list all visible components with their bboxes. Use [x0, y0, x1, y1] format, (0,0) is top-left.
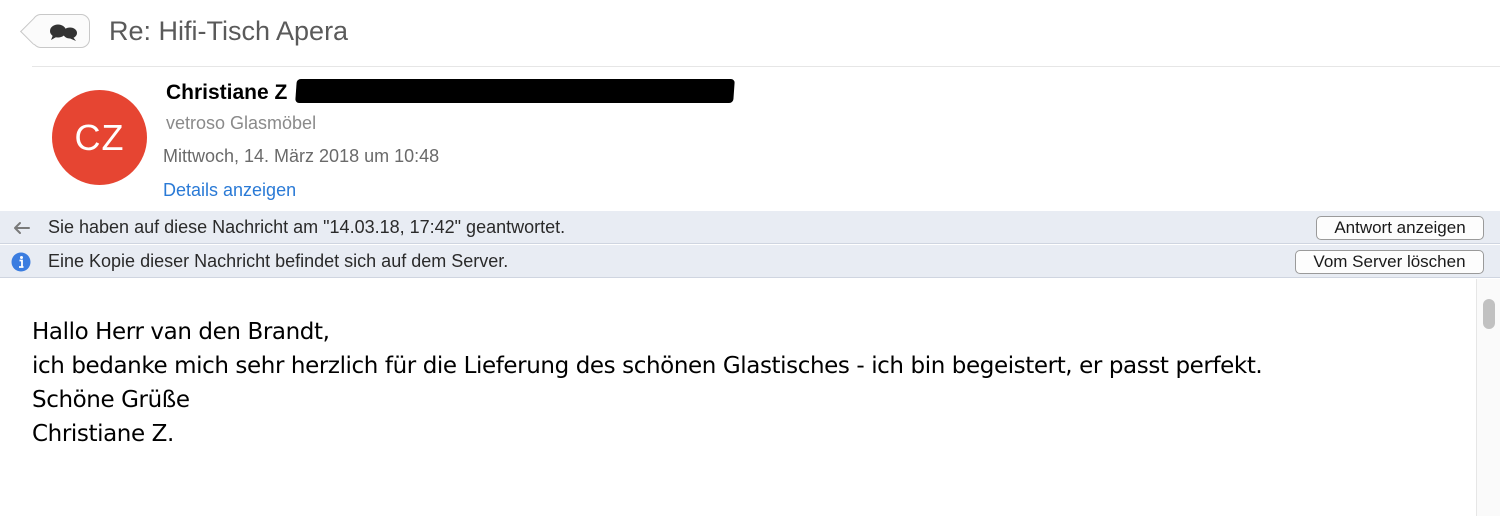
- thread-back-button[interactable]: [32, 14, 90, 48]
- scrollbar-thumb[interactable]: [1483, 299, 1495, 329]
- body-scrollbar[interactable]: [1476, 279, 1500, 516]
- redaction-mark: [295, 79, 735, 103]
- mail-viewer: Re: Hifi-Tisch Apera CZ Christiane Z vet…: [0, 0, 1500, 516]
- message-body-text: Hallo Herr van den Brandt, ich bedanke m…: [32, 315, 1263, 451]
- sender-name: Christiane Z: [166, 81, 288, 104]
- body-line-greeting: Hallo Herr van den Brandt,: [32, 319, 330, 345]
- sender-organization: vetroso Glasmöbel: [166, 113, 317, 133]
- info-icon: [11, 252, 31, 272]
- conversation-bubbles-icon: [50, 24, 77, 41]
- body-line-content: ich bedanke mich sehr herzlich für die L…: [32, 353, 1263, 379]
- show-reply-button[interactable]: Antwort anzeigen: [1316, 216, 1484, 240]
- replied-notice-text: Sie haben auf diese Nachricht am "14.03.…: [48, 217, 566, 237]
- message-body: Hallo Herr van den Brandt, ich bedanke m…: [0, 279, 1476, 516]
- message-date: Mittwoch, 14. März 2018 um 10:48: [163, 146, 440, 166]
- details-link[interactable]: Details anzeigen: [163, 180, 296, 201]
- delete-from-server-button[interactable]: Vom Server löschen: [1295, 250, 1484, 274]
- replied-notice-bar: Sie haben auf diese Nachricht am "14.03.…: [0, 211, 1500, 244]
- server-copy-notice-bar: Eine Kopie dieser Nachricht befindet sic…: [0, 245, 1500, 278]
- body-line-closing: Schöne Grüße: [32, 387, 190, 413]
- sender-avatar: CZ: [52, 90, 147, 185]
- header-divider: [32, 66, 1500, 67]
- server-copy-notice-text: Eine Kopie dieser Nachricht befindet sic…: [48, 251, 509, 271]
- message-subject: Re: Hifi-Tisch Apera: [109, 16, 349, 46]
- reply-arrow-icon: [14, 222, 30, 234]
- subject-bar: Re: Hifi-Tisch Apera: [0, 0, 1500, 67]
- body-line-signature: Christiane Z.: [32, 421, 174, 447]
